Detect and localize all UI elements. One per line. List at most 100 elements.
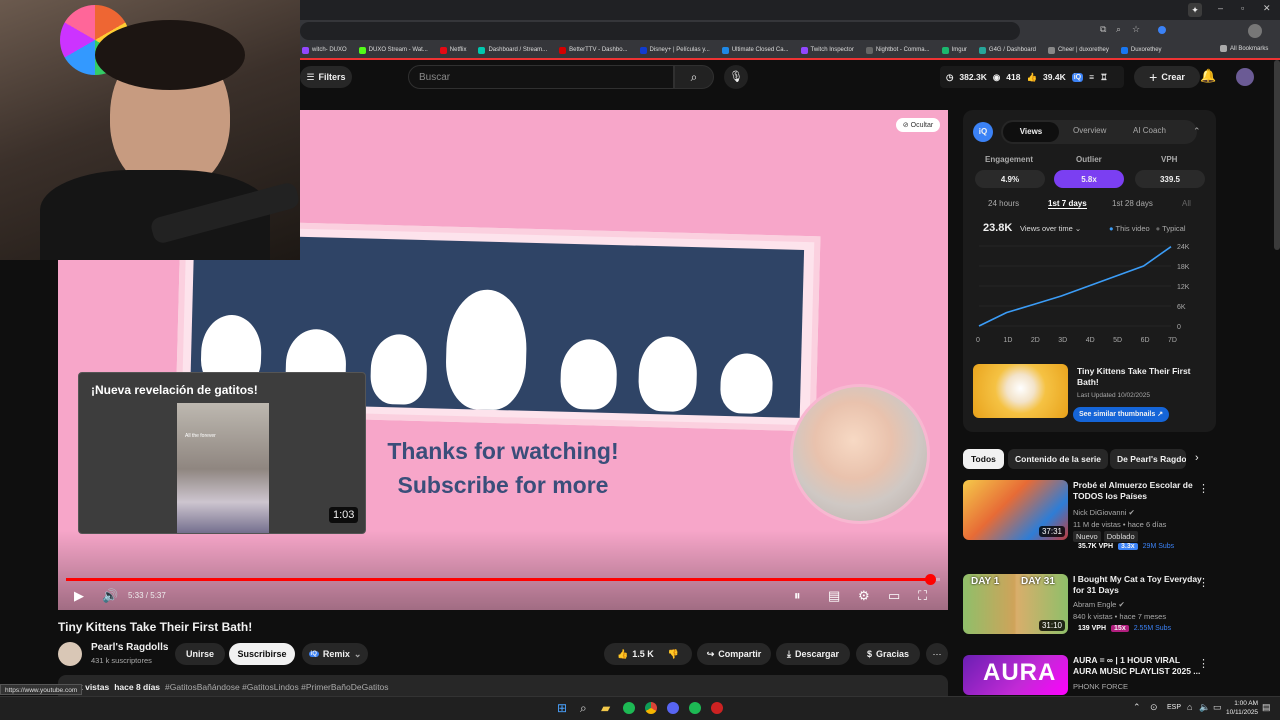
file-explorer-icon[interactable]: ▰: [601, 701, 610, 715]
battery-icon[interactable]: ▭: [1213, 702, 1222, 713]
discord-icon[interactable]: [667, 702, 679, 714]
video-title[interactable]: AURA = ∞ | 1 HOUR VIRAL AURA MUSIC PLAYL…: [1073, 655, 1203, 677]
bookmark[interactable]: Imgur: [941, 46, 967, 54]
profile-icon[interactable]: [1248, 24, 1262, 38]
more-options-icon[interactable]: ⋮: [1198, 576, 1209, 589]
range-all[interactable]: All: [1182, 199, 1191, 208]
video-thumbnail[interactable]: DAY 1 DAY 31 31:10: [963, 574, 1068, 634]
close-icon[interactable]: ✕: [1263, 3, 1271, 14]
chip-series[interactable]: Contenido de la serie: [1008, 449, 1108, 469]
address-bar[interactable]: [300, 22, 1020, 40]
voice-search-button[interactable]: 🎙: [724, 65, 748, 89]
chevron-up-icon[interactable]: ⌃: [1133, 702, 1141, 713]
list-item[interactable]: AURA AURA = ∞ | 1 HOUR VIRAL AURA MUSIC …: [963, 655, 1223, 695]
channel-name[interactable]: PHONK FORCE: [1073, 682, 1128, 691]
chip-channel[interactable]: De Pearl's Ragdo: [1110, 449, 1186, 469]
thumbs-down-icon[interactable]: 👎: [668, 649, 679, 660]
chrome-icon[interactable]: [645, 702, 657, 714]
all-bookmarks[interactable]: All Bookmarks: [1220, 45, 1268, 52]
bookmark[interactable]: DUXO Stream - Wat...: [358, 46, 428, 54]
search-icon[interactable]: ⌕: [580, 701, 587, 716]
spotify-icon[interactable]: [623, 702, 635, 714]
maximize-icon[interactable]: ▫: [1241, 3, 1244, 13]
trophy-icon[interactable]: ♖: [1100, 72, 1108, 83]
zoom-icon[interactable]: ⌕: [1116, 24, 1121, 35]
thanks-button[interactable]: $ Gracias: [856, 643, 920, 665]
play-icon[interactable]: ▶: [74, 588, 84, 604]
fullscreen-icon[interactable]: ⛶: [918, 588, 927, 604]
description-box[interactable]: k vistas hace 8 días #GatitosBañándose #…: [58, 675, 948, 697]
bookmark[interactable]: G4G / Dashboard: [978, 46, 1036, 54]
thumbs-up-icon[interactable]: 👍: [617, 649, 628, 660]
app-icon[interactable]: [711, 702, 723, 714]
list-item[interactable]: DAY 1 DAY 31 31:10 I Bought My Cat a Toy…: [963, 574, 1223, 644]
range-28d[interactable]: 1st 28 days: [1112, 199, 1153, 208]
scrubber-handle[interactable]: [924, 574, 936, 585]
search-input[interactable]: Buscar: [408, 65, 674, 89]
join-button[interactable]: Unirse: [175, 643, 225, 665]
see-similar-thumbnails-button[interactable]: See similar thumbnails ↗: [1073, 407, 1170, 422]
channel-name[interactable]: Abram Engle ✔: [1073, 600, 1125, 609]
bookmark[interactable]: Disney+ | Películas y...: [639, 46, 710, 54]
tab-views[interactable]: Views: [1003, 122, 1059, 142]
range-7d[interactable]: 1st 7 days: [1048, 199, 1087, 209]
share-button[interactable]: ↪ Compartir: [697, 643, 771, 665]
tab-overview[interactable]: Overview: [1073, 126, 1106, 135]
more-actions-icon[interactable]: ⋯: [926, 643, 948, 665]
thumbnail-card-image[interactable]: [973, 364, 1068, 418]
language-indicator[interactable]: ESP: [1167, 704, 1181, 711]
hide-button[interactable]: ⊘ Ocultar: [896, 118, 940, 132]
views-dropdown[interactable]: Views over time ⌄: [1020, 224, 1081, 233]
volume-icon[interactable]: 🔊: [102, 588, 118, 604]
bookmark[interactable]: BetterTTV - Dashbo...: [559, 46, 628, 54]
chevron-right-icon[interactable]: ›: [1195, 452, 1199, 464]
minimize-icon[interactable]: –: [1218, 3, 1223, 13]
subtitles-icon[interactable]: ▤: [828, 588, 840, 604]
video-title[interactable]: I Bought My Cat a Toy Everyday for 31 Da…: [1073, 574, 1203, 596]
channel-name[interactable]: Pearl's Ragdolls: [91, 642, 168, 653]
bookmark[interactable]: Cheer | duxorethey: [1047, 46, 1109, 54]
endscreen-video-card[interactable]: ¡Nueva revelación de gatitos! All the fo…: [78, 372, 366, 534]
network-icon[interactable]: ⌂: [1187, 702, 1192, 712]
bookmark[interactable]: Dashboard / Stream...: [478, 46, 547, 54]
bookmark[interactable]: Nightbot - Comma...: [865, 46, 930, 54]
video-title[interactable]: Probé el Almuerzo Escolar de TODOS los P…: [1073, 480, 1203, 502]
clock[interactable]: 1:00 AM 10/11/2025: [1226, 699, 1258, 717]
notification-icon[interactable]: ▤: [1262, 702, 1271, 713]
search-button[interactable]: ⌕: [674, 65, 714, 89]
channel-name[interactable]: Nick DiGiovanni ✔: [1073, 508, 1135, 517]
bookmark[interactable]: Netflix: [439, 46, 466, 54]
install-icon[interactable]: ⧉: [1100, 24, 1106, 35]
star-icon[interactable]: ☆: [1132, 24, 1140, 35]
more-options-icon[interactable]: ⋮: [1198, 657, 1209, 670]
remix-button[interactable]: iQ Remix ⌄: [302, 643, 368, 665]
channel-avatar-endscreen[interactable]: [790, 384, 930, 524]
extension-icon[interactable]: ✦: [1188, 3, 1202, 17]
bookmark[interactable]: Duxorethey: [1120, 46, 1162, 54]
list-item[interactable]: 37:31 Probé el Almuerzo Escolar de TODOS…: [963, 480, 1223, 550]
volume-icon[interactable]: 🔈: [1199, 702, 1210, 713]
bookmark[interactable]: Ultimate Closed Ca...: [721, 46, 789, 54]
bookmark[interactable]: witch- DUXO: [302, 46, 347, 54]
autoplay-toggle[interactable]: ⏸: [794, 588, 801, 604]
more-options-icon[interactable]: ⋮: [1198, 482, 1209, 495]
channel-avatar[interactable]: [58, 642, 82, 666]
video-thumbnail[interactable]: AURA: [963, 655, 1068, 695]
extension-blue-icon[interactable]: [1158, 26, 1166, 34]
scrollbar[interactable]: [1274, 60, 1280, 250]
create-button[interactable]: + Crear: [1134, 66, 1200, 88]
tray-icon[interactable]: ⊙: [1150, 702, 1158, 713]
subscribe-button[interactable]: Suscribirse: [229, 643, 295, 665]
tab-ai-coach[interactable]: AI Coach: [1133, 126, 1166, 135]
vidiq-logo-icon[interactable]: iQ: [1071, 72, 1084, 82]
video-thumbnail[interactable]: 37:31: [963, 480, 1068, 540]
bookmark[interactable]: Twitch Inspector: [800, 46, 854, 54]
notifications-icon[interactable]: 🔔: [1200, 68, 1216, 84]
list-icon[interactable]: ≡: [1089, 72, 1094, 82]
progress-bar[interactable]: [66, 574, 940, 585]
download-button[interactable]: ⤓ Descargar: [776, 643, 850, 665]
filters-button[interactable]: ☰ Filters: [300, 66, 352, 88]
start-icon[interactable]: ⊞: [557, 701, 567, 715]
range-24h[interactable]: 24 hours: [988, 199, 1019, 208]
avatar[interactable]: [1236, 68, 1254, 86]
